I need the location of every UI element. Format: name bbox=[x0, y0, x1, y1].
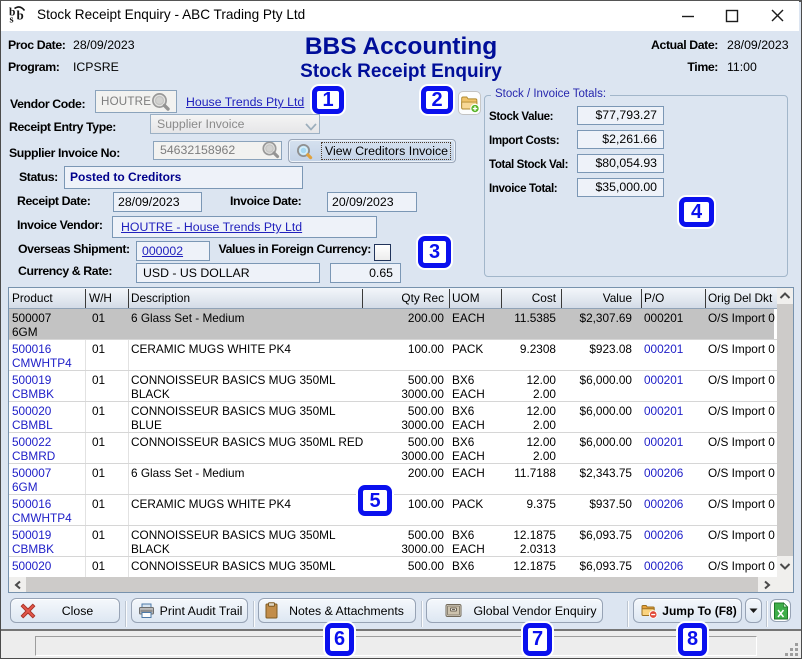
svg-text:b: b bbox=[17, 8, 24, 23]
svg-text:s: s bbox=[10, 15, 14, 26]
